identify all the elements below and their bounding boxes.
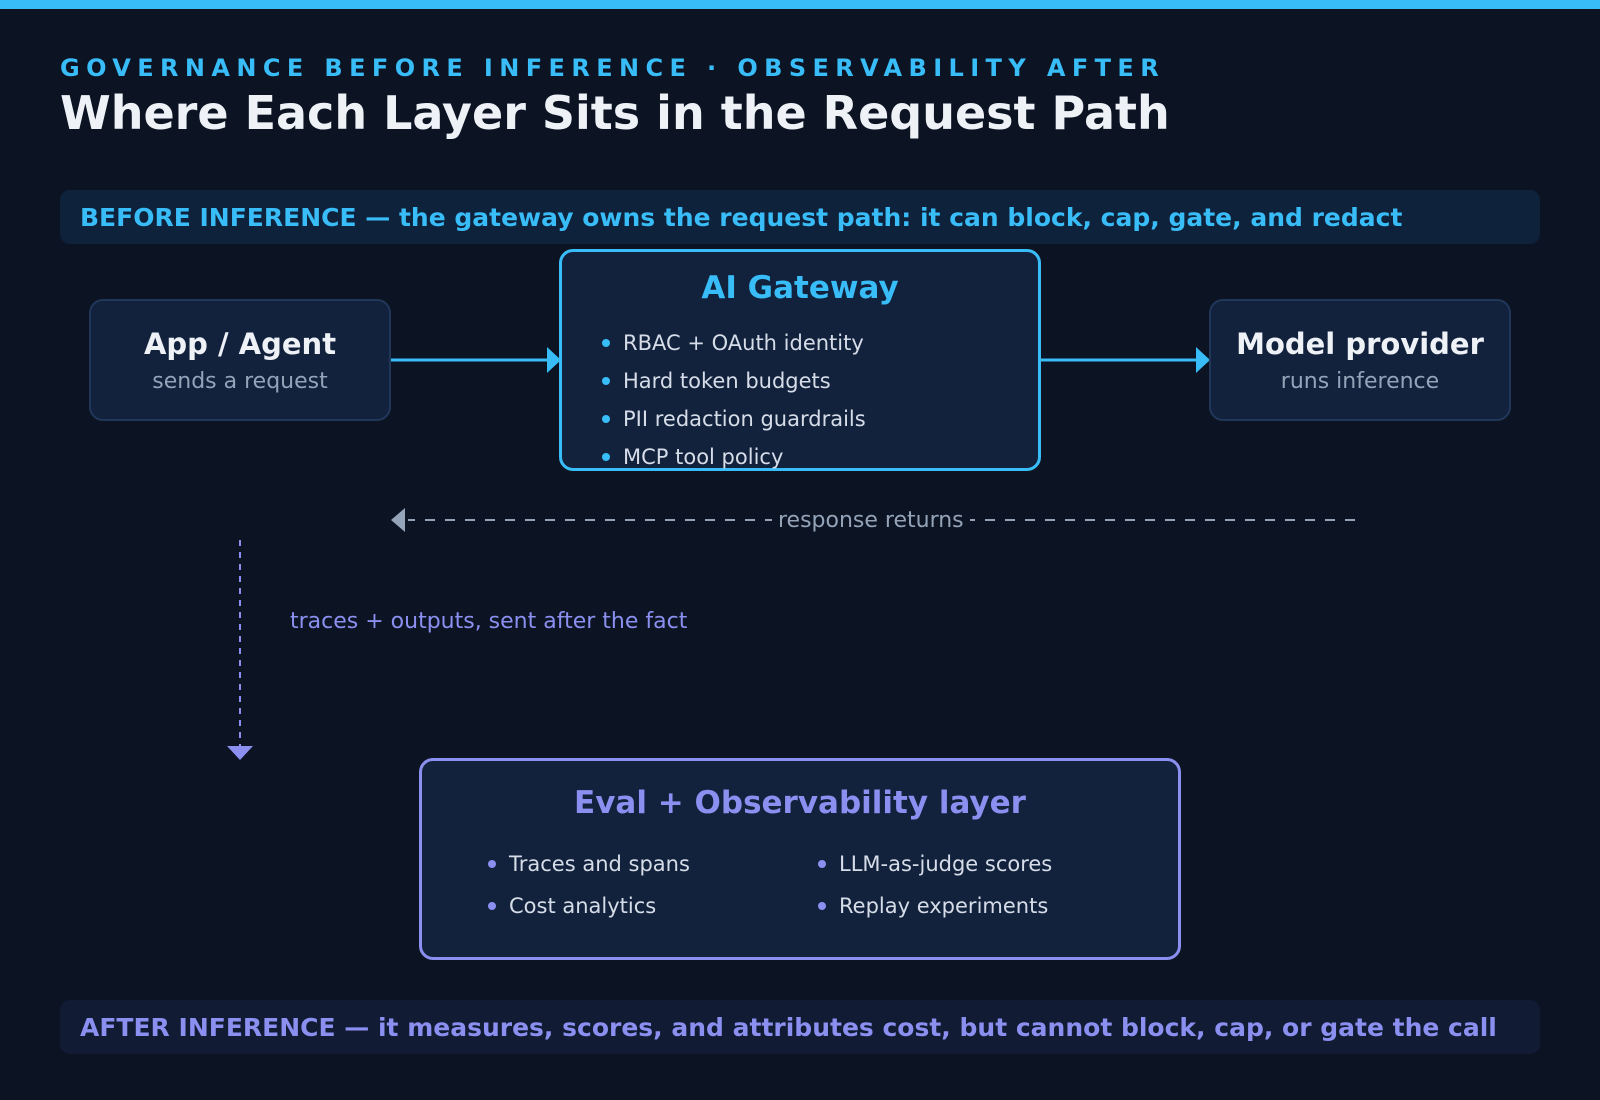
eval-capability-list-left: Traces and spans Cost analytics — [488, 843, 690, 927]
model-provider-title: Model provider — [1236, 326, 1484, 361]
response-returns-label: response returns — [772, 508, 970, 533]
eval-capability-item: Cost analytics — [488, 885, 690, 927]
eval-capability-item: Traces and spans — [488, 843, 690, 885]
model-provider-node: Model provider runs inference — [1209, 299, 1511, 421]
traces-arrow-head — [227, 746, 253, 760]
model-provider-subtitle: runs inference — [1280, 368, 1440, 394]
eval-observability-node: Eval + Observability layer Traces and sp… — [419, 758, 1181, 960]
eval-observability-title: Eval + Observability layer — [574, 785, 1026, 821]
gateway-capability-item: Hard token budgets — [602, 362, 866, 400]
gateway-capability-item: RBAC + OAuth identity — [602, 324, 866, 362]
after-inference-banner: AFTER INFERENCE — it measures, scores, a… — [60, 1000, 1540, 1054]
eval-capability-item: LLM-as-judge scores — [818, 843, 1052, 885]
gateway-capability-item: MCP tool policy — [602, 438, 866, 476]
inference-arrow-head — [1196, 347, 1210, 373]
gateway-capability-list: RBAC + OAuth identity Hard token budgets… — [602, 324, 866, 476]
app-agent-subtitle: sends a request — [152, 368, 328, 394]
traces-label: traces + outputs, sent after the fact — [290, 609, 688, 634]
app-agent-title: App / Agent — [143, 326, 337, 361]
ai-gateway-node: AI Gateway RBAC + OAuth identity Hard to… — [559, 249, 1041, 471]
gateway-capability-item: PII redaction guardrails — [602, 400, 866, 438]
app-agent-node: App / Agent sends a request — [89, 299, 391, 421]
ai-gateway-title: AI Gateway — [701, 270, 899, 306]
eval-capability-list-right: LLM-as-judge scores Replay experiments — [818, 843, 1052, 927]
response-arrow-head — [391, 508, 405, 532]
eval-capability-item: Replay experiments — [818, 885, 1052, 927]
